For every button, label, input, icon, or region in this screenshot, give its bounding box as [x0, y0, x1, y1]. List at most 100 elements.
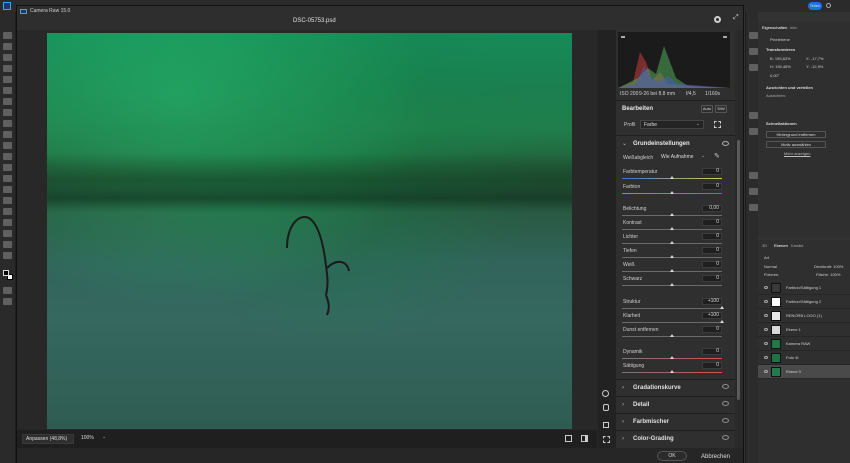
slider-thumb[interactable]: [670, 241, 674, 244]
paths-panel-icon[interactable]: [749, 204, 758, 211]
slider-row[interactable]: Dynamik 0: [622, 348, 722, 363]
view-single-icon[interactable]: [565, 435, 572, 442]
search-icon[interactable]: [826, 3, 831, 8]
eraser-tool-icon[interactable]: [3, 153, 12, 160]
settings-gear-icon[interactable]: [714, 16, 721, 23]
slider-value-field[interactable]: 0: [702, 247, 722, 254]
slider-value-field[interactable]: 0,00: [702, 205, 722, 212]
wb-eyedropper-icon[interactable]: ✎: [714, 153, 720, 160]
transform-angle[interactable]: 0,00°: [770, 74, 779, 78]
quick-mask-icon[interactable]: [3, 287, 12, 294]
transform-width[interactable]: B: 155,83%: [770, 57, 791, 61]
slider-row[interactable]: Dunst entfernen 0: [622, 326, 722, 341]
visibility-eye-icon[interactable]: [722, 435, 729, 440]
gradient-tool-icon[interactable]: [3, 164, 12, 171]
panel-scrollbar[interactable]: [735, 30, 743, 448]
section-gradationskurve[interactable]: › Gradationskurve: [616, 379, 735, 394]
layer-row[interactable]: Ebene 0: [758, 365, 850, 379]
layer-row[interactable]: Ebene 1: [758, 323, 850, 337]
visibility-eye-icon[interactable]: [722, 384, 729, 389]
chevron-right-icon[interactable]: ›: [622, 402, 624, 408]
remove-background-button[interactable]: Hintergrund entfernen: [766, 131, 826, 138]
slider-value-field[interactable]: 0: [702, 362, 722, 369]
fullscreen-icon[interactable]: ⤢: [733, 14, 739, 21]
slider-value-field[interactable]: 0: [702, 183, 722, 190]
wb-dropdown[interactable]: Wie Aufnahme ⌄: [658, 153, 708, 162]
frame-tool-icon[interactable]: [3, 87, 12, 94]
zoom-chevron-down-icon[interactable]: ⌄: [102, 435, 106, 440]
layer-visibility-eye-icon[interactable]: [764, 356, 768, 359]
layer-row[interactable]: Kamera RAW: [758, 337, 850, 351]
foreground-color-swatch[interactable]: [3, 270, 9, 276]
3d-tab[interactable]: 3D: [762, 244, 767, 248]
slider-row[interactable]: Lichter 0: [622, 233, 722, 248]
bw-button[interactable]: S/W: [715, 105, 727, 113]
shape-tool-icon[interactable]: [3, 230, 12, 237]
marquee-tool-icon[interactable]: [3, 43, 12, 50]
grid-overlay-icon[interactable]: [603, 436, 610, 443]
slider-thumb[interactable]: [720, 306, 724, 309]
layer-visibility-eye-icon[interactable]: [764, 314, 768, 317]
layer-visibility-eye-icon[interactable]: [764, 286, 768, 289]
profile-browser-icon[interactable]: [714, 121, 721, 128]
properties-tab[interactable]: Eigenschaften: [762, 26, 787, 30]
transform-height[interactable]: H: 155,48%: [770, 65, 791, 69]
layer-visibility-eye-icon[interactable]: [764, 342, 768, 345]
slider-value-field[interactable]: 0: [702, 233, 722, 240]
layer-visibility-eye-icon[interactable]: [764, 328, 768, 331]
paragraph-panel-icon[interactable]: [749, 172, 758, 179]
blend-mode-dropdown[interactable]: Normal: [764, 265, 777, 269]
layer-row[interactable]: Foto 4t: [758, 351, 850, 365]
slider-thumb[interactable]: [670, 255, 674, 258]
dodge-tool-icon[interactable]: [3, 186, 12, 193]
slider-value-field[interactable]: +100: [702, 298, 722, 305]
basic-title[interactable]: Grundeinstellungen: [633, 141, 690, 147]
crop-tool-icon[interactable]: [3, 76, 12, 83]
history-brush-tool-icon[interactable]: [3, 142, 12, 149]
color-sampler-icon[interactable]: [603, 422, 609, 428]
profile-dropdown[interactable]: Farbe ⌄: [640, 120, 704, 129]
slider-row[interactable]: Klarheit +100: [622, 312, 724, 327]
slider-value-field[interactable]: 0: [702, 275, 722, 282]
zoom-magnifier-icon[interactable]: [602, 390, 609, 397]
slider-thumb[interactable]: [720, 320, 724, 323]
opacity-field[interactable]: Deckkraft: 100%: [814, 265, 843, 269]
section-detail[interactable]: › Detail: [616, 396, 735, 411]
slider-row[interactable]: Farbtemperatur 0: [622, 168, 722, 183]
zoom-tool-icon[interactable]: [3, 252, 12, 259]
slider-thumb[interactable]: [670, 227, 674, 230]
slider-row[interactable]: Kontrast 0: [622, 219, 722, 234]
slider-thumb[interactable]: [670, 283, 674, 286]
history-panel-icon[interactable]: [749, 32, 758, 39]
slider-value-field[interactable]: +100: [702, 312, 722, 319]
zoom-fit-dropdown[interactable]: Anpassen (48,8%): [22, 434, 74, 444]
chevron-right-icon[interactable]: ›: [622, 419, 624, 425]
stamp-tool-icon[interactable]: [3, 131, 12, 138]
slider-row[interactable]: Sättigung 0: [622, 362, 722, 377]
slider-row[interactable]: Schwarz 0: [622, 275, 722, 290]
blur-tool-icon[interactable]: [3, 175, 12, 182]
ok-button[interactable]: OK: [657, 451, 687, 461]
auto-button[interactable]: Auto: [701, 105, 713, 113]
layer-visibility-eye-icon[interactable]: [764, 300, 768, 303]
slider-thumb[interactable]: [670, 370, 674, 373]
basic-visibility-eye-icon[interactable]: [722, 141, 729, 146]
slider-row[interactable]: Weiß 0: [622, 261, 722, 276]
slider-thumb[interactable]: [670, 356, 674, 359]
basic-chevron-icon[interactable]: ⌄: [622, 141, 627, 147]
transform-y[interactable]: Y: -12,9%: [806, 65, 823, 69]
swatches-panel-icon[interactable]: [749, 128, 758, 135]
before-after-icon[interactable]: [581, 435, 588, 442]
cancel-button[interactable]: Abbrechen: [701, 454, 730, 460]
adjustments-panel-icon[interactable]: [749, 48, 758, 55]
slider-value-field[interactable]: 0: [702, 261, 722, 268]
transform-x[interactable]: X: -17,7%: [806, 57, 824, 61]
channels-tab[interactable]: Kanäle: [791, 244, 803, 248]
path-select-tool-icon[interactable]: [3, 219, 12, 226]
info-tab[interactable]: Info: [790, 26, 797, 30]
slider-thumb[interactable]: [670, 269, 674, 272]
quick-select-tool-icon[interactable]: [3, 65, 12, 72]
move-tool-icon[interactable]: [3, 32, 12, 39]
layers-tab[interactable]: Ebenen: [774, 244, 788, 248]
fill-field[interactable]: Fläche: 100%: [816, 273, 840, 277]
